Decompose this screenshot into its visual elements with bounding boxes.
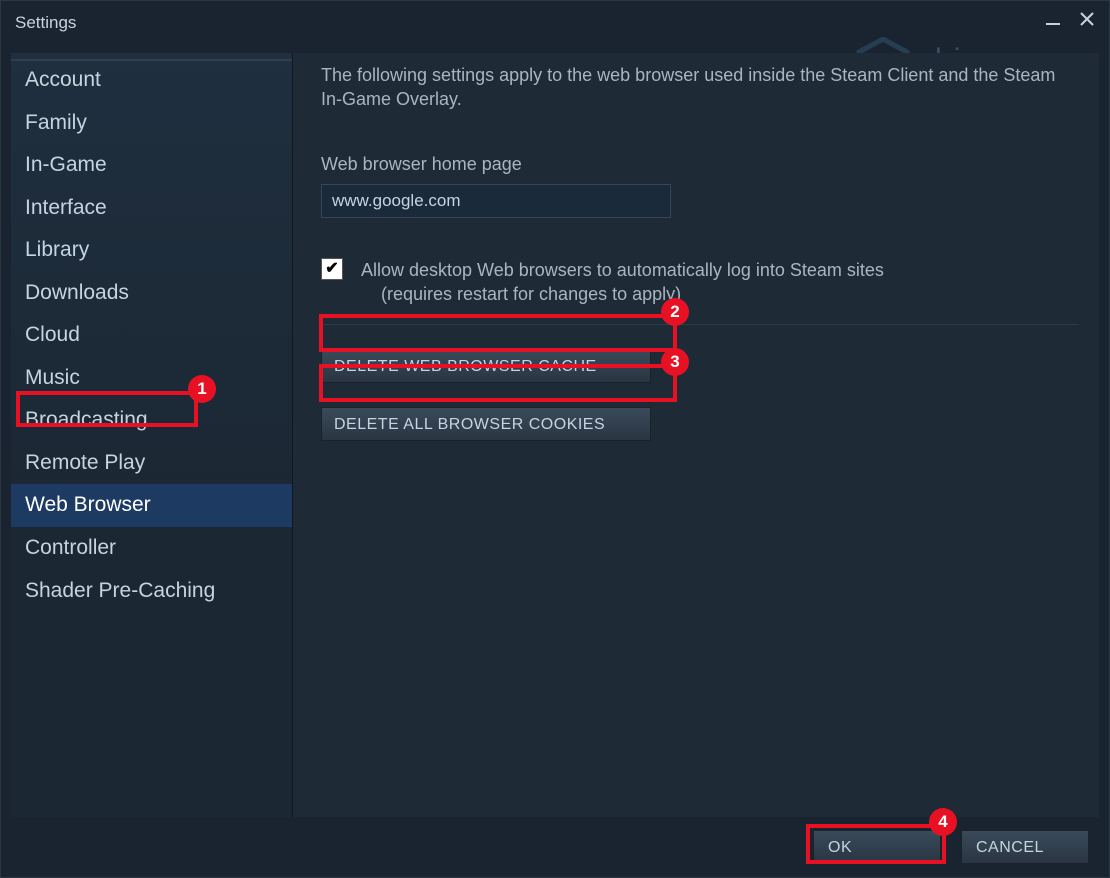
sidebar-item-remote-play[interactable]: Remote Play xyxy=(11,442,292,485)
window-controls xyxy=(1043,9,1097,29)
footer: OK CANCEL xyxy=(1,817,1109,877)
sidebar-item-shader-pre-caching[interactable]: Shader Pre-Caching xyxy=(11,570,292,613)
auto-login-checkbox[interactable]: ✔ xyxy=(321,258,343,280)
sidebar-item-label: Shader Pre-Caching xyxy=(25,579,215,602)
sidebar-item-cloud[interactable]: Cloud xyxy=(11,314,292,357)
sidebar-item-label: Broadcasting xyxy=(25,408,148,431)
close-button[interactable] xyxy=(1077,9,1097,29)
sidebar-item-label: Cloud xyxy=(25,323,80,346)
sidebar-item-label: Controller xyxy=(25,536,116,559)
sidebar-item-in-game[interactable]: In-Game xyxy=(11,144,292,187)
sidebar-item-label: Remote Play xyxy=(25,451,145,474)
homepage-label: Web browser home page xyxy=(321,152,1079,176)
divider xyxy=(321,324,1079,325)
sidebar: Account Family In-Game Interface Library… xyxy=(11,53,293,817)
ok-button[interactable]: OK xyxy=(813,830,941,864)
sidebar-item-downloads[interactable]: Downloads xyxy=(11,272,292,315)
content-area: Account Family In-Game Interface Library… xyxy=(11,53,1099,817)
sidebar-item-label: Web Browser xyxy=(25,493,151,516)
sidebar-item-label: Account xyxy=(25,68,101,91)
sidebar-item-label: Family xyxy=(25,111,87,134)
delete-cookies-button[interactable]: DELETE ALL BROWSER COOKIES xyxy=(321,407,651,441)
sidebar-item-music[interactable]: Music xyxy=(11,357,292,400)
settings-description: The following settings apply to the web … xyxy=(321,63,1079,112)
auto-login-label: Allow desktop Web browsers to automatica… xyxy=(361,258,884,307)
sidebar-item-broadcasting[interactable]: Broadcasting xyxy=(11,399,292,442)
sidebar-item-web-browser[interactable]: Web Browser xyxy=(11,484,292,527)
sidebar-item-label: Downloads xyxy=(25,281,129,304)
sidebar-item-label: Music xyxy=(25,366,80,389)
main-panel: The following settings apply to the web … xyxy=(293,53,1099,817)
sidebar-item-label: Interface xyxy=(25,196,107,219)
delete-cache-button[interactable]: DELETE WEB BROWSER CACHE xyxy=(321,349,651,383)
sidebar-item-label: In-Game xyxy=(25,153,107,176)
checkmark-icon: ✔ xyxy=(325,258,338,280)
window-title: Settings xyxy=(15,13,76,33)
cancel-button[interactable]: CANCEL xyxy=(961,830,1089,864)
sidebar-item-library[interactable]: Library xyxy=(11,229,292,272)
title-bar: Settings xyxy=(1,1,1109,45)
sidebar-item-family[interactable]: Family xyxy=(11,102,292,145)
sidebar-item-label: Library xyxy=(25,238,89,261)
sidebar-item-account[interactable]: Account xyxy=(11,59,292,102)
homepage-input[interactable] xyxy=(321,184,671,218)
minimize-button[interactable] xyxy=(1043,9,1063,29)
sidebar-item-interface[interactable]: Interface xyxy=(11,187,292,230)
sidebar-item-controller[interactable]: Controller xyxy=(11,527,292,570)
